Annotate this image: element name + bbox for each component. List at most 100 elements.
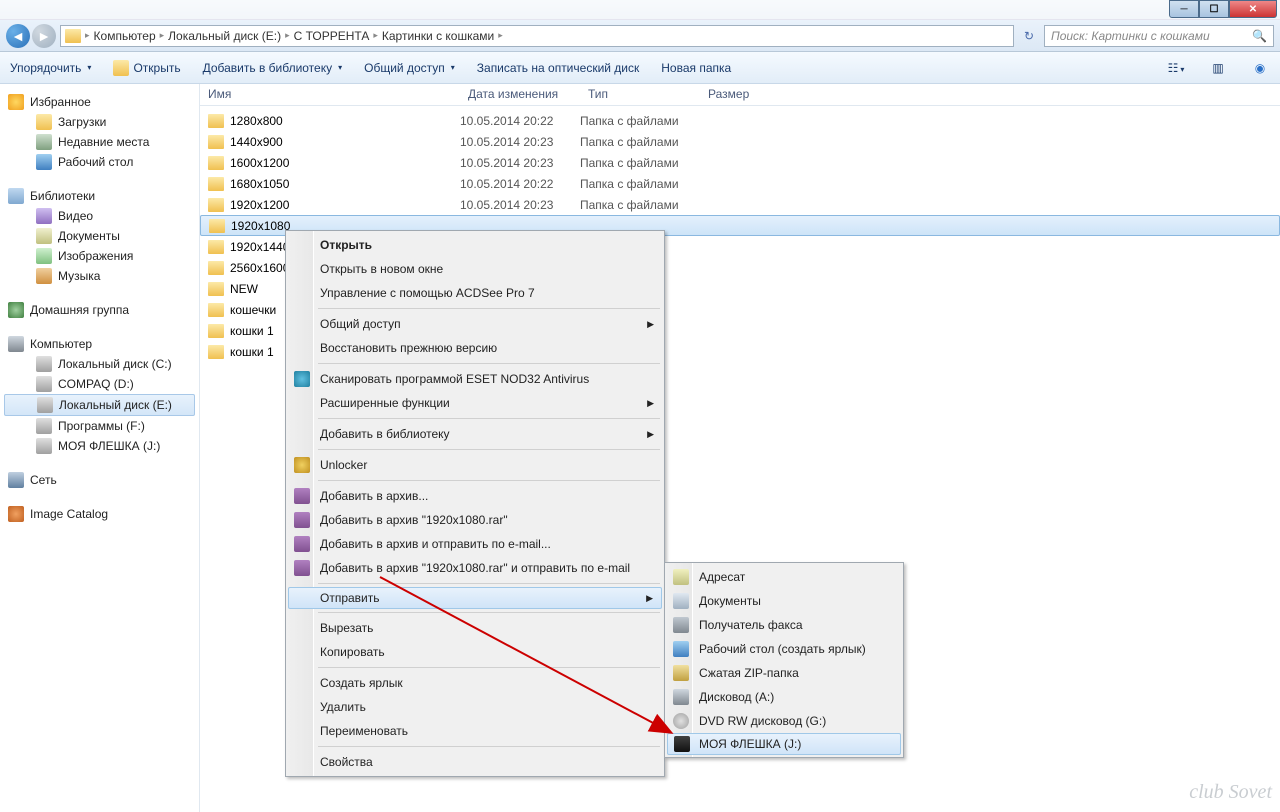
file-type: Папка с файлами bbox=[580, 135, 700, 149]
file-row[interactable]: 1600x120010.05.2014 20:23Папка с файлами bbox=[200, 152, 1280, 173]
sidebar-item-disk-f[interactable]: Программы (F:) bbox=[0, 416, 199, 436]
file-date: 10.05.2014 20:23 bbox=[460, 198, 580, 212]
context-menu-item[interactable]: Копировать bbox=[288, 640, 662, 664]
breadcrumb-segment[interactable]: Картинки с кошками bbox=[382, 29, 494, 43]
recent-icon bbox=[36, 134, 52, 150]
network-icon bbox=[8, 472, 24, 488]
share-button[interactable]: Общий доступ bbox=[364, 61, 455, 75]
sendto-menu-item[interactable]: Сжатая ZIP-папка bbox=[667, 661, 901, 685]
context-menu-item[interactable]: Создать ярлык bbox=[288, 671, 662, 695]
refresh-button[interactable]: ↻ bbox=[1018, 29, 1040, 43]
context-menu-item[interactable]: Открыть bbox=[288, 233, 662, 257]
context-menu-item[interactable]: Свойства bbox=[288, 750, 662, 774]
menu-icon bbox=[673, 689, 689, 705]
organize-button[interactable]: Упорядочить bbox=[10, 61, 91, 75]
sidebar-image-catalog[interactable]: Image Catalog bbox=[0, 504, 199, 524]
context-menu-item[interactable]: Добавить в архив... bbox=[288, 484, 662, 508]
context-menu-item[interactable]: Сканировать программой ESET NOD32 Antivi… bbox=[288, 367, 662, 391]
sidebar-libraries[interactable]: Библиотеки bbox=[0, 186, 199, 206]
sidebar-item-documents[interactable]: Документы bbox=[0, 226, 199, 246]
context-menu-item[interactable]: Отправить▶ bbox=[288, 587, 662, 609]
sidebar-item-disk-d[interactable]: COMPAQ (D:) bbox=[0, 374, 199, 394]
preview-pane-button[interactable]: ▥ bbox=[1208, 61, 1228, 75]
context-menu-item[interactable]: Общий доступ▶ bbox=[288, 312, 662, 336]
sidebar-computer[interactable]: Компьютер bbox=[0, 334, 199, 354]
search-icon: 🔍 bbox=[1252, 29, 1267, 43]
sidebar-item-disk-e[interactable]: Локальный диск (E:) bbox=[4, 394, 195, 416]
desktop-icon bbox=[36, 154, 52, 170]
view-button[interactable]: ☷ bbox=[1166, 61, 1186, 75]
file-type: Папка с файлами bbox=[580, 177, 700, 191]
burn-button[interactable]: Записать на оптический диск bbox=[477, 61, 640, 75]
column-header[interactable]: Имя Дата изменения Тип Размер bbox=[200, 84, 1280, 106]
breadcrumb[interactable]: ▸ Компьютер▸ Локальный диск (E:)▸ С ТОРР… bbox=[60, 25, 1014, 47]
close-button[interactable]: ✕ bbox=[1229, 0, 1277, 18]
context-menu: ОткрытьОткрыть в новом окнеУправление с … bbox=[285, 230, 665, 777]
breadcrumb-segment[interactable]: Компьютер bbox=[94, 29, 156, 43]
forward-button[interactable]: ► bbox=[32, 24, 56, 48]
context-menu-item[interactable]: Открыть в новом окне bbox=[288, 257, 662, 281]
column-date[interactable]: Дата изменения bbox=[460, 84, 580, 105]
minimize-button[interactable]: ─ bbox=[1169, 0, 1199, 18]
video-icon bbox=[36, 208, 52, 224]
context-menu-item[interactable]: Добавить в библиотеку▶ bbox=[288, 422, 662, 446]
sidebar-favorites[interactable]: Избранное bbox=[0, 92, 199, 112]
sidebar-network[interactable]: Сеть bbox=[0, 470, 199, 490]
help-button[interactable]: ◉ bbox=[1250, 61, 1270, 75]
context-menu-item[interactable]: Расширенные функции▶ bbox=[288, 391, 662, 415]
back-button[interactable]: ◄ bbox=[6, 24, 30, 48]
sidebar-item-recent[interactable]: Недавние места bbox=[0, 132, 199, 152]
sidebar-item-desktop[interactable]: Рабочий стол bbox=[0, 152, 199, 172]
sendto-menu-item[interactable]: Получатель факса bbox=[667, 613, 901, 637]
sidebar-homegroup[interactable]: Домашняя группа bbox=[0, 300, 199, 320]
folder-icon bbox=[208, 114, 224, 128]
sidebar-item-music[interactable]: Музыка bbox=[0, 266, 199, 286]
menu-icon bbox=[673, 713, 689, 729]
sidebar-item-videos[interactable]: Видео bbox=[0, 206, 199, 226]
add-to-library-button[interactable]: Добавить в библиотеку bbox=[203, 61, 343, 75]
search-input[interactable]: Поиск: Картинки с кошками 🔍 bbox=[1044, 25, 1274, 47]
breadcrumb-segment[interactable]: Локальный диск (E:) bbox=[168, 29, 281, 43]
column-type[interactable]: Тип bbox=[580, 84, 700, 105]
sidebar-item-disk-c[interactable]: Локальный диск (C:) bbox=[0, 354, 199, 374]
context-menu-item[interactable]: Удалить bbox=[288, 695, 662, 719]
menu-label: Дисковод (A:) bbox=[699, 690, 774, 704]
sidebar-item-pictures[interactable]: Изображения bbox=[0, 246, 199, 266]
sendto-menu-item[interactable]: Дисковод (A:) bbox=[667, 685, 901, 709]
menu-icon bbox=[294, 512, 310, 528]
folder-icon bbox=[208, 135, 224, 149]
breadcrumb-segment[interactable]: С ТОРРЕНТА bbox=[294, 29, 370, 43]
context-menu-item[interactable]: Добавить в архив "1920x1080.rar" bbox=[288, 508, 662, 532]
menu-icon bbox=[673, 617, 689, 633]
sidebar-item-disk-j[interactable]: МОЯ ФЛЕШКА (J:) bbox=[0, 436, 199, 456]
sendto-menu-item[interactable]: DVD RW дисковод (G:) bbox=[667, 709, 901, 733]
submenu-arrow-icon: ▶ bbox=[646, 593, 653, 604]
file-row[interactable]: 1280x80010.05.2014 20:22Папка с файлами bbox=[200, 110, 1280, 131]
sendto-menu-item[interactable]: Документы bbox=[667, 589, 901, 613]
context-menu-item[interactable]: Unlocker bbox=[288, 453, 662, 477]
context-menu-item[interactable]: Добавить в архив "1920x1080.rar" и отпра… bbox=[288, 556, 662, 580]
context-menu-item[interactable]: Переименовать bbox=[288, 719, 662, 743]
new-folder-button[interactable]: Новая папка bbox=[661, 61, 731, 75]
context-menu-item[interactable]: Восстановить прежнюю версию bbox=[288, 336, 662, 360]
sendto-menu-item[interactable]: МОЯ ФЛЕШКА (J:) bbox=[667, 733, 901, 755]
context-menu-item[interactable]: Добавить в архив и отправить по e-mail..… bbox=[288, 532, 662, 556]
column-size[interactable]: Размер bbox=[700, 84, 780, 105]
folder-icon bbox=[208, 282, 224, 296]
context-menu-item[interactable]: Управление с помощью ACDSee Pro 7 bbox=[288, 281, 662, 305]
pictures-icon bbox=[36, 248, 52, 264]
sendto-menu-item[interactable]: Рабочий стол (создать ярлык) bbox=[667, 637, 901, 661]
menu-label: DVD RW дисковод (G:) bbox=[699, 714, 826, 728]
file-name: кошечки bbox=[230, 303, 276, 317]
sidebar-item-downloads[interactable]: Загрузки bbox=[0, 112, 199, 132]
column-name[interactable]: Имя bbox=[200, 84, 460, 105]
open-button[interactable]: Открыть bbox=[113, 60, 180, 76]
file-row[interactable]: 1440x90010.05.2014 20:23Папка с файлами bbox=[200, 131, 1280, 152]
file-row[interactable]: 1920x120010.05.2014 20:23Папка с файлами bbox=[200, 194, 1280, 215]
sendto-menu-item[interactable]: Адресат bbox=[667, 565, 901, 589]
file-row[interactable]: 1680x105010.05.2014 20:22Папка с файлами bbox=[200, 173, 1280, 194]
sendto-submenu: АдресатДокументыПолучатель факсаРабочий … bbox=[664, 562, 904, 758]
maximize-button[interactable]: ☐ bbox=[1199, 0, 1229, 18]
context-menu-item[interactable]: Вырезать bbox=[288, 616, 662, 640]
file-name: кошки 1 bbox=[230, 345, 274, 359]
